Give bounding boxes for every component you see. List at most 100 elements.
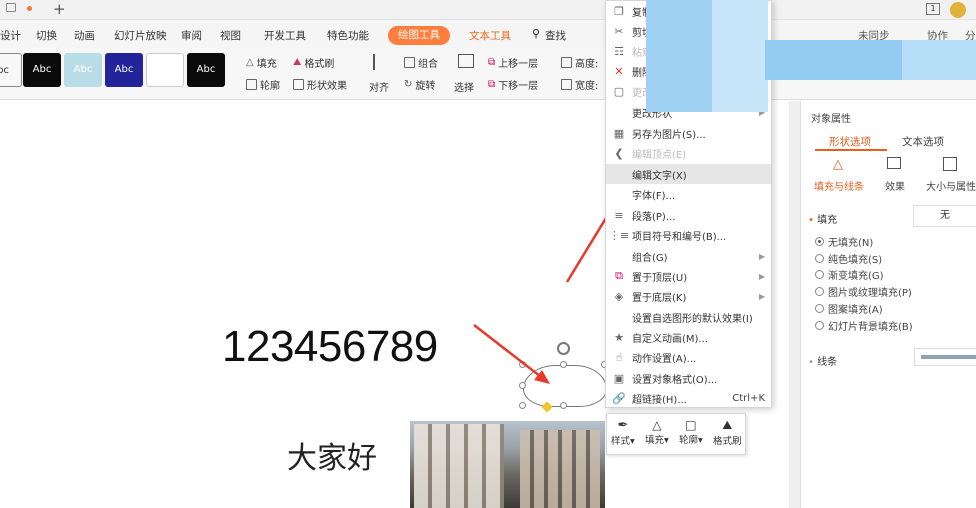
blur-overlay bbox=[712, 0, 768, 112]
tab-review[interactable]: 审阅 bbox=[181, 28, 202, 43]
width-icon bbox=[561, 79, 572, 90]
shape-effect-button[interactable]: 形状效果 bbox=[293, 77, 347, 92]
send-backward-button[interactable]: ⧉ 下移一层 bbox=[488, 77, 538, 92]
menu-item-bullets[interactable]: ⋮≡ 项目符号和编号(B)... bbox=[606, 225, 771, 245]
slide-number-text[interactable]: 123456789 bbox=[222, 322, 438, 372]
tab-features[interactable]: 特色功能 bbox=[327, 28, 369, 43]
mini-style-button[interactable]: ✒ 样式▾ bbox=[611, 418, 635, 447]
unsaved-dot-icon bbox=[27, 6, 32, 11]
effect-icon bbox=[293, 79, 304, 90]
effect-icon bbox=[887, 157, 901, 169]
tab-animation[interactable]: 动画 bbox=[74, 28, 95, 43]
shape-style-4[interactable]: Abc bbox=[105, 53, 143, 87]
format-brush-icon: ⛰ bbox=[722, 418, 733, 432]
tab-text-options[interactable]: 文本选项 bbox=[902, 134, 944, 149]
menu-item-custom-animation[interactable]: ★ 自定义动画(M)... bbox=[606, 327, 771, 347]
new-tab-button[interactable]: + bbox=[53, 0, 66, 18]
menu-item-action-settings[interactable]: ☝ 动作设置(A)... bbox=[606, 347, 771, 367]
menu-item-bring-to-front[interactable]: ⧉ 置于顶层(U) ▶ bbox=[606, 266, 771, 286]
width-field[interactable]: 宽度: bbox=[561, 77, 598, 92]
outline-icon: □ bbox=[685, 418, 697, 432]
format-brush-button[interactable]: ⛰ 格式刷 bbox=[293, 55, 334, 70]
active-tab-underline bbox=[815, 149, 887, 151]
menu-item-send-to-back[interactable]: ◈ 置于底层(K) ▶ bbox=[606, 286, 771, 306]
tab-shape-options[interactable]: 形状选项 bbox=[829, 134, 871, 149]
shape-style-5[interactable] bbox=[146, 53, 184, 87]
radio-no-fill[interactable]: 无填充(N) bbox=[815, 234, 873, 249]
delete-icon: ✕ bbox=[614, 64, 624, 78]
sub-tab-size[interactable]: 大小与属性 bbox=[926, 178, 976, 193]
menu-item-edit-vertex[interactable]: ❮ 编辑顶点(E) bbox=[606, 143, 771, 163]
fill-button[interactable]: △ 填充 bbox=[246, 55, 277, 70]
menu-item-font[interactable]: 字体(F)... bbox=[606, 184, 771, 204]
blur-overlay bbox=[902, 40, 976, 80]
rotate-button[interactable]: ↻ 旋转 bbox=[404, 77, 435, 92]
height-icon bbox=[561, 57, 572, 68]
menu-item-format-object[interactable]: ▣ 设置对象格式(O)... bbox=[606, 368, 771, 388]
menu-item-default-effect[interactable]: 设置自选图形的默认效果(I) bbox=[606, 307, 771, 327]
select-button[interactable]: 选择 bbox=[454, 79, 474, 94]
sub-tab-effect[interactable]: 效果 bbox=[885, 178, 905, 193]
tab-search[interactable]: 查找 bbox=[545, 28, 566, 43]
tab-developer[interactable]: 开发工具 bbox=[264, 28, 306, 43]
search-icon[interactable]: ⚲ bbox=[532, 27, 540, 40]
tab-view[interactable]: 视图 bbox=[220, 28, 241, 43]
window-icon bbox=[6, 3, 16, 12]
menu-item-edit-text[interactable]: 编辑文字(X) bbox=[606, 164, 771, 184]
rotate-icon: ↻ bbox=[404, 79, 413, 90]
mini-toolbar: ✒ 样式▾ △ 填充▾ □ 轮廓▾ ⛰ 格式刷 bbox=[606, 413, 746, 455]
menu-item-save-as-image[interactable]: ▦ 另存为图片(S)... bbox=[606, 123, 771, 143]
page-count-icon[interactable]: 1 bbox=[926, 3, 940, 15]
shape-style-3[interactable]: Abc bbox=[64, 53, 102, 87]
link-icon: 🔗 bbox=[612, 391, 626, 405]
height-field[interactable]: 高度: bbox=[561, 55, 598, 70]
radio-background-fill[interactable]: 幻灯片背景填充(B) bbox=[815, 318, 913, 333]
radio-pattern-fill[interactable]: 图案填充(A) bbox=[815, 301, 883, 316]
line-section-label: • 线条 bbox=[808, 357, 838, 368]
mini-fill-button[interactable]: △ 填充▾ bbox=[645, 418, 669, 446]
shape-style-2[interactable]: Abc bbox=[23, 53, 61, 87]
bring-forward-icon: ⧉ bbox=[488, 57, 496, 68]
tab-design[interactable]: 设计 bbox=[0, 28, 21, 43]
fill-icon: △ bbox=[652, 418, 662, 432]
bring-forward-button[interactable]: ⧉ 上移一层 bbox=[488, 55, 538, 70]
align-icon bbox=[373, 54, 387, 70]
mini-format-brush-button[interactable]: ⛰ 格式刷 bbox=[713, 418, 742, 447]
slide-greeting-text[interactable]: 大家好 bbox=[287, 433, 377, 477]
image-icon: ▦ bbox=[613, 126, 625, 140]
arrow-to-cloud bbox=[473, 324, 546, 381]
menu-item-hyperlink[interactable]: 🔗 超链接(H)... Ctrl+K bbox=[606, 388, 771, 408]
menu-item-paragraph[interactable]: ≡ 段落(P)... bbox=[606, 205, 771, 225]
radio-gradient-fill[interactable]: 渐变填充(G) bbox=[815, 267, 884, 282]
submenu-arrow-icon: ▶ bbox=[758, 251, 765, 261]
radio-dot bbox=[815, 321, 824, 330]
bullets-icon: ⋮≡ bbox=[608, 228, 630, 242]
tab-text-tools[interactable]: 文本工具 bbox=[469, 28, 511, 43]
copy-icon: ❐ bbox=[614, 4, 624, 18]
outline-button[interactable]: 轮廓 bbox=[246, 77, 280, 92]
tab-bar: + 1 bbox=[0, 0, 976, 20]
radio-picture-fill[interactable]: 图片或纹理填充(P) bbox=[815, 284, 912, 299]
avatar[interactable] bbox=[950, 2, 966, 18]
change-icon: ▢ bbox=[613, 84, 625, 98]
mini-outline-button[interactable]: □ 轮廓▾ bbox=[679, 418, 703, 446]
submenu-arrow-icon: ▶ bbox=[758, 271, 765, 281]
tab-slideshow[interactable]: 幻灯片放映 bbox=[114, 28, 167, 43]
brush-icon: ✒ bbox=[617, 418, 629, 433]
radio-solid-fill[interactable]: 纯色填充(S) bbox=[815, 251, 882, 266]
vertex-icon: ❮ bbox=[614, 146, 624, 160]
fill-select[interactable]: 无 bbox=[913, 205, 976, 227]
radio-dot bbox=[815, 270, 824, 279]
shape-style-1[interactable]: bc bbox=[0, 53, 22, 87]
shape-style-6[interactable]: Abc bbox=[187, 53, 225, 87]
radio-dot bbox=[815, 287, 824, 296]
align-button[interactable]: 对齐 bbox=[369, 79, 389, 94]
tab-transition[interactable]: 切换 bbox=[36, 28, 57, 43]
photo-building-right bbox=[520, 430, 600, 508]
tab-drawing-tools[interactable]: 绘图工具 bbox=[388, 26, 450, 45]
menu-item-group[interactable]: 组合(G) ▶ bbox=[606, 246, 771, 266]
format-icon: ▣ bbox=[613, 371, 625, 385]
sub-tab-fill-line[interactable]: 填充与线条 bbox=[814, 178, 864, 193]
send-back-icon: ◈ bbox=[614, 289, 624, 303]
group-button[interactable]: 组合 bbox=[404, 55, 438, 70]
